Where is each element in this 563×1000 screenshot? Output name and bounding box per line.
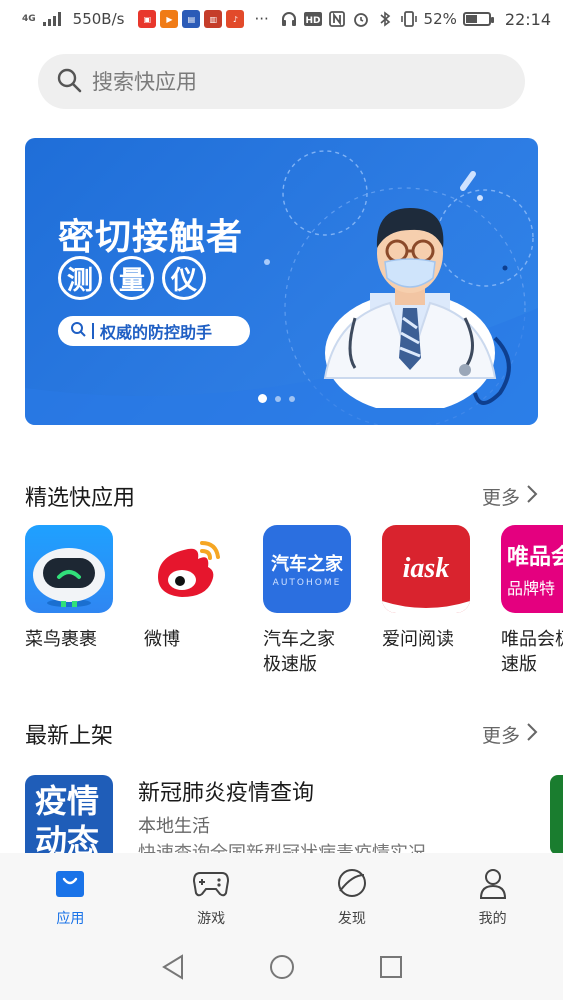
- status-bar: 4G 550B/s ▣ ▶ ▤ ▥ ♪ ··· HD 52% 22:14: [0, 0, 563, 38]
- banner-pagination[interactable]: [258, 394, 295, 403]
- iask-icon-text: iask: [402, 553, 450, 584]
- epidemic-icon-text: 疫情: [35, 782, 100, 820]
- featured-app-list: 菜鸟裹裹 微博 汽车之家 AUTOHOME 汽车之家极速版 iask 爱问阅读: [25, 525, 563, 677]
- pagination-dot[interactable]: [289, 395, 295, 402]
- app-notification-icon: ▣: [138, 10, 157, 28]
- banner-pill-text: 权威的防控助手: [100, 323, 213, 342]
- vip-icon-subtext: 品牌特: [507, 579, 556, 598]
- banner-circle-char: 量: [110, 256, 154, 300]
- latest-list-item[interactable]: 疫情 动态 新冠肺炎疫情查询 本地生活 快速查询全国新型冠状病毒疫情实况: [25, 775, 563, 853]
- shopping-bag-icon: [54, 867, 86, 903]
- nav-label: 游戏: [197, 911, 226, 927]
- chevron-right-icon: [526, 722, 538, 747]
- planet-icon: [335, 867, 369, 903]
- search-icon: [70, 321, 86, 341]
- app-name: 汽车之家极速版: [263, 629, 335, 675]
- chevron-right-icon: [526, 484, 538, 509]
- more-notifications: ···: [254, 10, 269, 28]
- banner-circle-char: 仪: [162, 256, 206, 300]
- nav-tab-mine[interactable]: 我的: [422, 853, 563, 938]
- banner-circle-char: 测: [58, 256, 102, 300]
- vip-icon-text: 唯品会: [507, 545, 563, 570]
- autohome-icon-text: 汽车之家: [271, 554, 343, 575]
- app-category: 本地生活: [138, 816, 210, 837]
- more-link[interactable]: 更多: [482, 721, 538, 748]
- paper-notification-icon: ▥: [204, 10, 223, 28]
- recents-icon[interactable]: [378, 954, 404, 984]
- app-item[interactable]: 菜鸟裹裹: [25, 525, 113, 677]
- app-title: 新冠肺炎疫情查询: [138, 781, 315, 806]
- more-label: 更多: [481, 724, 520, 747]
- banner-circle-text: 测 量 仪: [58, 256, 206, 300]
- battery-icon: [462, 12, 494, 26]
- hd-icon: HD: [303, 10, 322, 28]
- banner-pill: 权威的防控助手: [58, 316, 250, 346]
- alarm-icon: [352, 10, 370, 28]
- app-description: 快速查询全国新型冠状病毒疫情实况: [138, 839, 426, 853]
- epidemic-app-icon: 疫情 动态: [25, 775, 113, 853]
- video-notification-icon: ▶: [160, 10, 179, 28]
- more-link[interactable]: 更多: [482, 483, 538, 510]
- news-notification-icon: ▤: [182, 10, 201, 28]
- home-icon[interactable]: [268, 953, 296, 985]
- app-name: 微博: [144, 629, 180, 650]
- epidemic-icon-text: 动态: [35, 822, 100, 853]
- get-button[interactable]: [550, 775, 563, 853]
- svg-text:HD: HD: [305, 16, 320, 26]
- weibo-icon: [144, 525, 232, 613]
- net-speed: 550B/s: [72, 10, 125, 28]
- promo-banner[interactable]: 密切接触者 测 量 仪 权威的防控助手: [25, 138, 538, 425]
- app-name: 唯品会极速版: [501, 629, 563, 675]
- person-icon: [477, 867, 509, 903]
- listen-notification-icon: ♪: [226, 10, 245, 28]
- pagination-dot[interactable]: [258, 394, 267, 403]
- nav-tab-games[interactable]: 游戏: [141, 853, 282, 938]
- app-item[interactable]: 唯品会 品牌特 唯品会极速版: [501, 525, 563, 677]
- notification-icons: ▣ ▶ ▤ ▥ ♪: [138, 10, 245, 28]
- app-item[interactable]: iask 爱问阅读: [382, 525, 470, 677]
- app-item[interactable]: 微博: [144, 525, 232, 677]
- section-title: 精选快应用: [25, 486, 136, 511]
- app-name: 菜鸟裹裹: [25, 629, 97, 650]
- gamepad-icon: [192, 867, 230, 903]
- section-title: 最新上架: [25, 724, 114, 749]
- nav-tab-discover[interactable]: 发现: [282, 853, 423, 938]
- pagination-dot[interactable]: [275, 395, 281, 402]
- battery-percent: 52%: [423, 10, 457, 28]
- doctor-illustration: [323, 208, 511, 408]
- vibrate-icon: [400, 10, 418, 28]
- featured-header: 精选快应用 更多: [25, 480, 538, 512]
- search-icon: [56, 67, 82, 97]
- nfc-icon: [328, 10, 346, 28]
- iask-icon: iask: [382, 525, 470, 613]
- system-navigation-bar: [0, 938, 563, 1000]
- signal-icon: [42, 12, 61, 26]
- back-icon[interactable]: [160, 954, 186, 984]
- clock: 22:14: [504, 9, 551, 29]
- nav-label: 应用: [56, 911, 85, 927]
- network-type: 4G: [22, 13, 36, 24]
- headphones-icon: [280, 10, 298, 28]
- app-item[interactable]: 汽车之家 AUTOHOME 汽车之家极速版: [263, 525, 351, 677]
- nav-label: 我的: [478, 911, 507, 927]
- nav-tab-apps[interactable]: 应用: [0, 853, 141, 938]
- autohome-icon-subtext: AUTOHOME: [272, 578, 342, 588]
- cainiao-robot-icon: [25, 525, 113, 613]
- latest-header: 最新上架 更多: [25, 718, 538, 750]
- banner-title: 密切接触者: [58, 217, 244, 258]
- app-name: 爱问阅读: [382, 629, 454, 650]
- more-label: 更多: [481, 486, 520, 509]
- search-input[interactable]: [92, 69, 492, 94]
- autohome-icon: 汽车之家 AUTOHOME: [263, 525, 351, 613]
- bottom-nav: 应用 游戏 发现 我的: [0, 853, 563, 938]
- bluetooth-icon: [376, 10, 394, 28]
- vip-icon: 唯品会 品牌特: [501, 525, 563, 613]
- search-bar[interactable]: [38, 54, 525, 109]
- nav-label: 发现: [337, 911, 366, 927]
